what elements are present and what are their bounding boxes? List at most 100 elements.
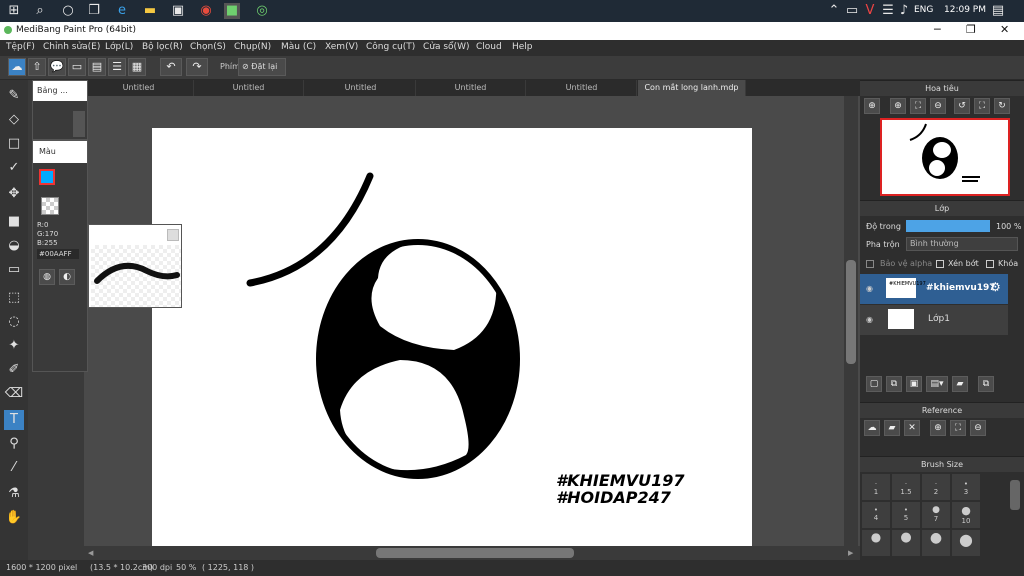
brush-panel-scrollbar[interactable] xyxy=(73,111,85,137)
cloud-download-icon[interactable]: ☁ xyxy=(864,420,880,436)
menu-tools[interactable]: Công cụ(T) xyxy=(366,42,415,52)
tab-active-document[interactable]: Con mắt long lanh.mdp xyxy=(638,80,746,96)
tab-untitled-5[interactable]: Untitled xyxy=(527,80,637,96)
redo-icon[interactable]: ↷ xyxy=(186,58,208,76)
folder-icon[interactable]: ▰ xyxy=(952,376,968,392)
brush-size-cell[interactable]: ● xyxy=(922,530,950,556)
layer-visibility-icon[interactable]: ◉ xyxy=(866,315,873,324)
fill-rect-tool-icon[interactable]: ■ xyxy=(4,212,24,232)
hand-tool-icon[interactable]: ✋ xyxy=(4,508,24,528)
reference-zoom-in-icon[interactable]: ⊕ xyxy=(930,420,946,436)
new-layer-icon[interactable]: ▢ xyxy=(866,376,882,392)
magic-wand-icon[interactable]: ✦ xyxy=(4,336,24,356)
drawing-canvas[interactable]: #KHIEMVU197 #HOIDAP247 xyxy=(152,128,752,546)
comment-icon[interactable]: 💬 xyxy=(48,58,66,76)
divide-tool-icon[interactable]: ⁄ xyxy=(4,458,24,478)
menu-file[interactable]: Tệp(F) xyxy=(6,42,35,52)
palette-icon[interactable]: ◍ xyxy=(39,269,55,285)
horizontal-scroll-thumb[interactable] xyxy=(376,548,574,558)
network-icon[interactable]: ▭ xyxy=(844,3,860,19)
dot-tool-icon[interactable]: ✓ xyxy=(4,158,24,178)
chrome-icon[interactable]: ◉ xyxy=(198,3,214,19)
select-pen-icon[interactable]: ✐ xyxy=(4,360,24,380)
vertical-scrollbar[interactable] xyxy=(844,96,858,546)
menu-capture[interactable]: Chụp(N) xyxy=(234,42,271,52)
edge-icon[interactable]: e xyxy=(114,3,130,19)
open-folder-icon[interactable]: ▰ xyxy=(884,420,900,436)
lock-checkbox[interactable] xyxy=(986,260,994,268)
tab-untitled-3[interactable]: Untitled xyxy=(306,80,416,96)
tab-untitled-1[interactable]: Untitled xyxy=(84,80,194,96)
page-icon[interactable]: ▤ xyxy=(88,58,106,76)
navigator-preview[interactable] xyxy=(880,118,1010,196)
v-icon[interactable]: V xyxy=(862,3,878,19)
menu-view[interactable]: Xem(V) xyxy=(325,42,358,52)
merge-layer-icon[interactable]: ⧉ xyxy=(978,376,994,392)
move-tool-icon[interactable]: ✥ xyxy=(4,184,24,204)
menu-edit[interactable]: Chỉnh sửa(E) xyxy=(43,42,100,52)
protect-alpha-checkbox[interactable] xyxy=(866,260,874,268)
store-icon[interactable]: ▣ xyxy=(170,3,186,19)
fit-icon[interactable]: ⛶ xyxy=(910,98,926,114)
menu-help[interactable]: Help xyxy=(512,42,533,52)
brush-size-cell[interactable]: · 2 xyxy=(922,474,950,500)
reference-zoom-out-icon[interactable]: ⊖ xyxy=(970,420,986,436)
lasso-icon[interactable]: ◌ xyxy=(4,312,24,332)
vertical-scroll-thumb[interactable] xyxy=(846,260,856,364)
duplicate-layer-icon[interactable]: ⧉ xyxy=(886,376,902,392)
scroll-right-icon[interactable]: ▶ xyxy=(848,549,853,557)
color-swap-icon[interactable]: ◐ xyxy=(59,269,75,285)
volume-icon[interactable]: ♪ xyxy=(896,3,912,19)
minimize-icon[interactable]: ─ xyxy=(934,23,941,36)
horizontal-scrollbar[interactable]: ◀ ▶ xyxy=(84,546,860,560)
chevron-up-icon[interactable]: ⌃ xyxy=(826,3,842,19)
layer-row-selected[interactable]: ◉ #KHIEMVU197 #khiemvu197 ⚙ xyxy=(860,274,1008,304)
zoom-out-icon[interactable]: ⊖ xyxy=(930,98,946,114)
undo-icon[interactable]: ↶ xyxy=(160,58,182,76)
medibang-icon[interactable]: ■ xyxy=(224,3,240,19)
brush-size-cell[interactable]: · 1 xyxy=(862,474,890,500)
app-icon[interactable]: ◎ xyxy=(254,3,270,19)
chat-icon[interactable]: ▭ xyxy=(68,58,86,76)
menu-select[interactable]: Chọn(S) xyxy=(190,42,226,52)
rotate-left-icon[interactable]: ↺ xyxy=(954,98,970,114)
menu-filter[interactable]: Bộ lọc(R) xyxy=(142,42,183,52)
brush-size-cell[interactable]: ● 10 xyxy=(952,502,980,528)
layer-row[interactable]: ◉ Lớp1 xyxy=(860,305,1008,335)
list-icon[interactable]: ☰ xyxy=(108,58,126,76)
text-tool-icon[interactable]: T xyxy=(4,410,24,430)
share-icon[interactable]: ⇧ xyxy=(28,58,46,76)
gradient-tool-icon[interactable]: ▭ xyxy=(4,260,24,280)
hex-field[interactable]: #00AAFF xyxy=(37,249,79,259)
transparent-swatch[interactable] xyxy=(41,197,59,215)
restore-icon[interactable]: ❐ xyxy=(966,23,976,36)
scroll-left-icon[interactable]: ◀ xyxy=(88,549,93,557)
actual-size-icon[interactable]: ⛶ xyxy=(974,98,990,114)
layer-copy-icon[interactable]: ▣ xyxy=(906,376,922,392)
windows-icon[interactable]: ⊞ xyxy=(6,3,22,19)
search-icon[interactable]: ⌕ xyxy=(32,3,48,19)
select-eraser-icon[interactable]: ⌫ xyxy=(4,384,24,404)
close-icon[interactable]: ✕ xyxy=(1000,23,1009,36)
brush-preview-close-icon[interactable] xyxy=(167,229,179,241)
brush-size-cell[interactable]: • 4 xyxy=(862,502,890,528)
reference-fit-icon[interactable]: ⛶ xyxy=(950,420,966,436)
cortana-icon[interactable]: ○ xyxy=(60,3,76,19)
task-view-icon[interactable]: ❐ xyxy=(86,3,102,19)
zoom-in-2-icon[interactable]: ⊕ xyxy=(890,98,906,114)
cloud-icon[interactable]: ☁ xyxy=(8,58,26,76)
grid-icon[interactable]: ▦ xyxy=(128,58,146,76)
brush-size-cell[interactable]: ● xyxy=(892,530,920,556)
tab-untitled-2[interactable]: Untitled xyxy=(194,80,304,96)
add-layer-menu-icon[interactable]: ▤▾ xyxy=(926,376,948,392)
rectangle-tool-icon[interactable]: □ xyxy=(4,134,24,154)
eyedropper-icon[interactable]: ⚗ xyxy=(4,484,24,504)
brush-size-cell[interactable]: ● 7 xyxy=(922,502,950,528)
notification-icon[interactable]: ▤ xyxy=(990,3,1006,19)
blend-mode-select[interactable]: Bình thường xyxy=(906,237,1018,251)
file-explorer-icon[interactable]: ▬ xyxy=(142,3,158,19)
menu-cloud[interactable]: Cloud xyxy=(476,42,502,52)
rotate-right-icon[interactable]: ↻ xyxy=(994,98,1010,114)
layer-settings-icon[interactable]: ⚙ xyxy=(990,280,1001,294)
brush-size-cell[interactable]: • 5 xyxy=(892,502,920,528)
